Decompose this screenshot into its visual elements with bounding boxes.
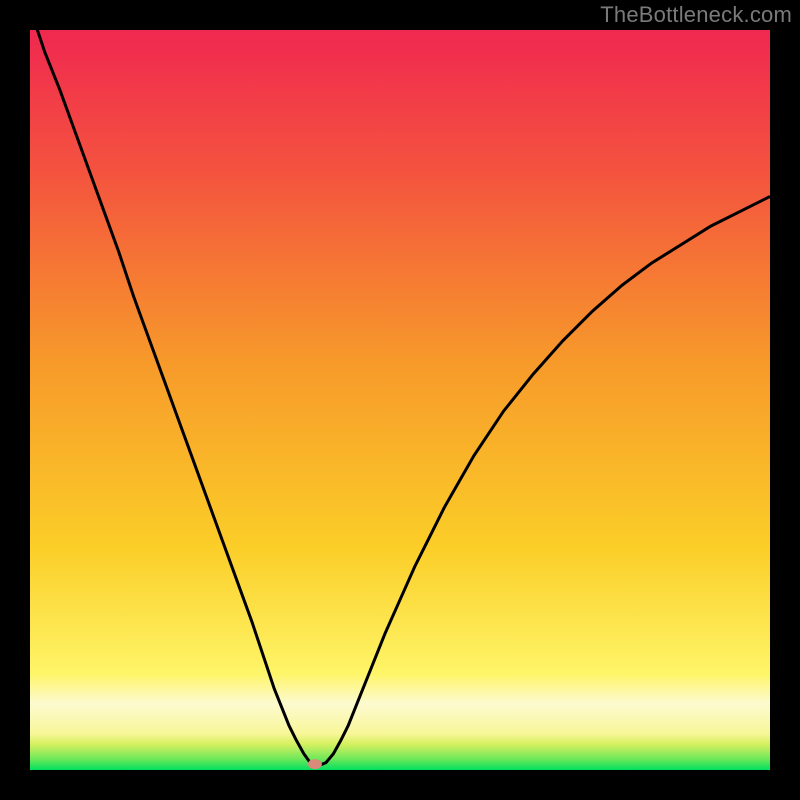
watermark-text: TheBottleneck.com	[600, 2, 792, 28]
minimum-marker	[308, 759, 322, 769]
chart-container: TheBottleneck.com	[0, 0, 800, 800]
bottleneck-chart	[0, 0, 800, 800]
plot-background	[30, 30, 770, 770]
